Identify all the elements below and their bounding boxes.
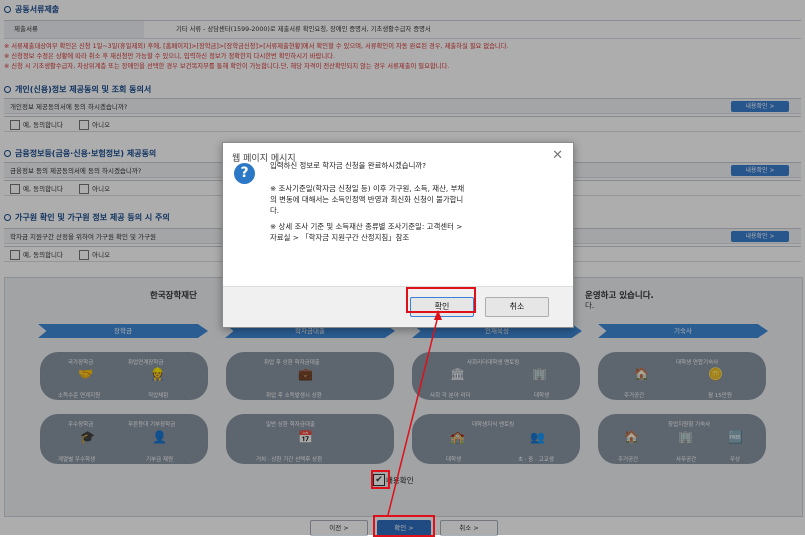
arrowhead-icon (434, 310, 442, 320)
arrow-line (387, 315, 439, 516)
annotation-arrow (387, 310, 442, 516)
